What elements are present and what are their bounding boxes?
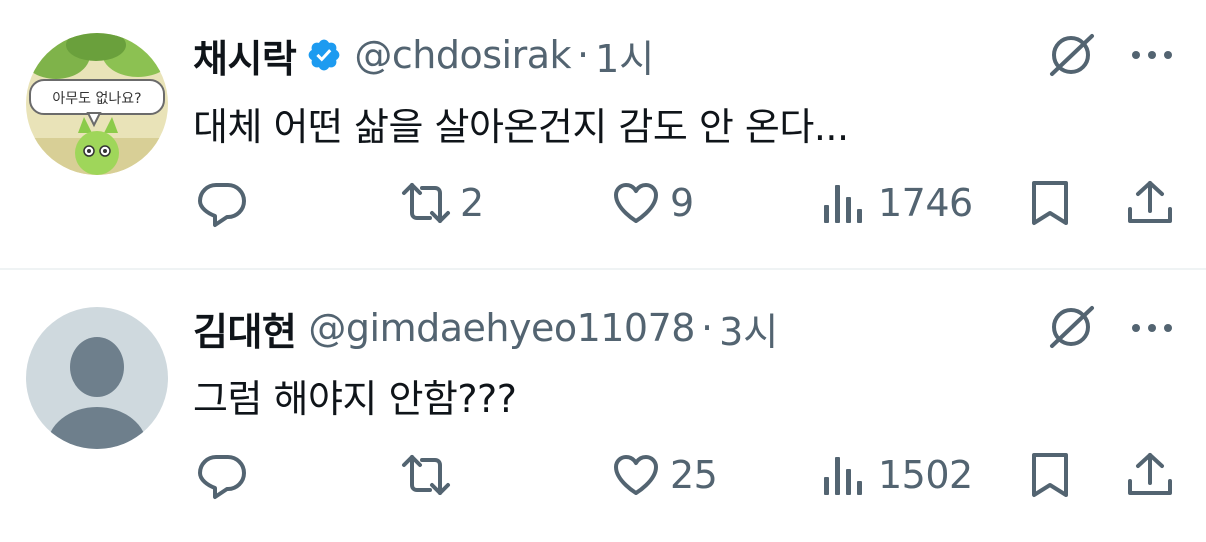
tweet-text: 그럼 해야지 안함??? bbox=[193, 377, 517, 421]
bookmark-icon bbox=[1032, 453, 1068, 497]
separator-dot: · bbox=[700, 306, 714, 350]
repost-button[interactable]: 2 bbox=[400, 175, 484, 231]
handle[interactable]: @gimdaehyeo11078 bbox=[308, 306, 695, 350]
tweet-item[interactable]: 김대현 @gimdaehyeo11078 · 3시 그럼 해야지 안함??? 2… bbox=[0, 270, 1206, 542]
like-count: 9 bbox=[670, 181, 694, 225]
views-count: 1502 bbox=[878, 453, 973, 497]
bookmark-button[interactable] bbox=[1024, 447, 1076, 503]
views-button[interactable]: 1746 bbox=[818, 175, 973, 231]
views-bar-icon bbox=[824, 457, 862, 495]
tweet-item[interactable]: 아무도 없나요? 채시락 @chdosirak · 1시 대체 어떤 삶을 살아… bbox=[0, 0, 1206, 268]
repost-icon bbox=[402, 183, 450, 223]
repost-count: 2 bbox=[460, 181, 484, 225]
separator-dot: · bbox=[577, 33, 590, 77]
reply-button[interactable] bbox=[196, 447, 256, 503]
reply-button[interactable] bbox=[196, 175, 256, 231]
display-name[interactable]: 채시락 bbox=[193, 28, 297, 83]
repost-button[interactable] bbox=[400, 447, 460, 503]
grok-icon[interactable] bbox=[1046, 30, 1096, 80]
tweet-header: 채시락 @chdosirak · 1시 bbox=[193, 28, 654, 83]
more-dots-icon[interactable] bbox=[1128, 318, 1176, 338]
share-icon bbox=[1128, 181, 1172, 223]
reply-icon bbox=[198, 455, 246, 499]
timestamp[interactable]: 3시 bbox=[719, 301, 778, 356]
verified-badge-icon bbox=[306, 37, 342, 73]
views-button[interactable]: 1502 bbox=[818, 447, 973, 503]
share-button[interactable] bbox=[1124, 175, 1176, 231]
like-count: 25 bbox=[670, 453, 718, 497]
more-dots-icon[interactable] bbox=[1128, 45, 1176, 65]
bookmark-icon bbox=[1032, 181, 1068, 225]
heart-icon bbox=[614, 455, 658, 495]
reply-icon bbox=[198, 183, 246, 227]
like-button[interactable]: 9 bbox=[610, 175, 694, 231]
like-button[interactable]: 25 bbox=[610, 447, 718, 503]
grok-icon[interactable] bbox=[1046, 302, 1096, 352]
default-avatar[interactable] bbox=[26, 307, 168, 449]
display-name[interactable]: 김대현 bbox=[193, 301, 297, 356]
avatar-caption: 아무도 없나요? bbox=[52, 91, 141, 107]
share-icon bbox=[1128, 453, 1172, 495]
handle[interactable]: @chdosirak bbox=[354, 33, 571, 77]
views-count: 1746 bbox=[878, 181, 973, 225]
avatar[interactable]: 아무도 없나요? bbox=[26, 33, 168, 175]
bookmark-button[interactable] bbox=[1024, 175, 1076, 231]
heart-icon bbox=[614, 183, 658, 223]
share-button[interactable] bbox=[1124, 447, 1176, 503]
default-user-icon bbox=[26, 307, 168, 449]
tweet-header: 김대현 @gimdaehyeo11078 · 3시 bbox=[193, 301, 778, 356]
views-bar-icon bbox=[824, 185, 862, 223]
action-bar: 25 1502 bbox=[0, 447, 1206, 503]
tweet-text: 대체 어떤 삶을 살아온건지 감도 안 온다... bbox=[193, 105, 849, 149]
repost-icon bbox=[402, 455, 450, 495]
timestamp[interactable]: 1시 bbox=[595, 28, 654, 83]
action-bar: 2 9 1746 bbox=[0, 175, 1206, 231]
